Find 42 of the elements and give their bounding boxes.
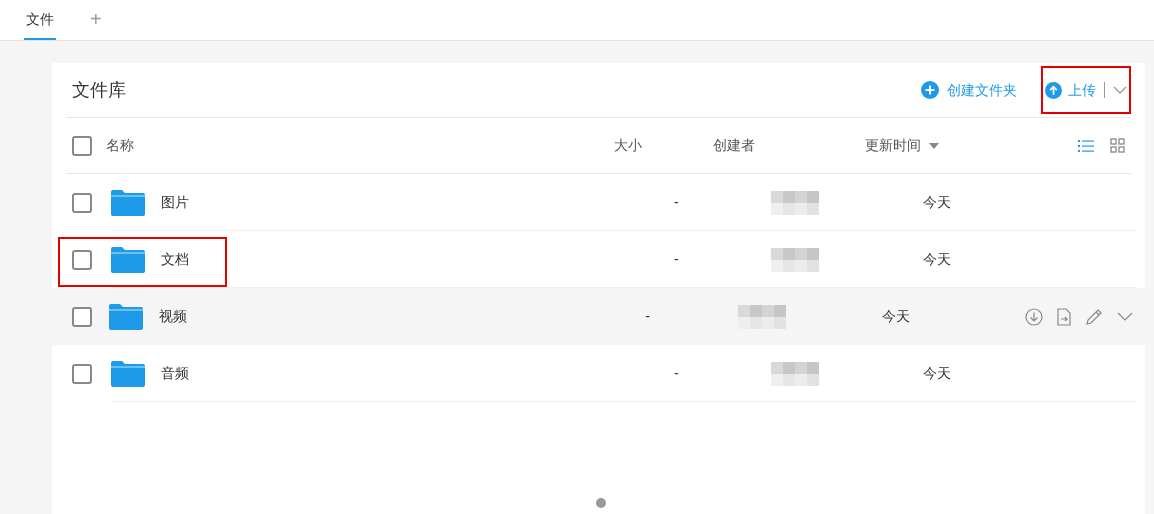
upload-icon <box>1045 81 1062 99</box>
blurred-avatar-drawing <box>771 361 819 386</box>
blurred-avatar-drawing <box>737 304 786 329</box>
blurred-avatar-drawing <box>771 247 819 272</box>
folder-icon <box>109 303 144 330</box>
file-size: - <box>645 308 650 324</box>
list-view-icon[interactable] <box>1078 138 1094 153</box>
download-icon[interactable] <box>1025 307 1043 326</box>
sort-caret-icon[interactable] <box>929 142 939 149</box>
checkbox[interactable] <box>72 135 92 156</box>
row-highlight[interactable]: 视频 - 今天 <box>52 288 1145 345</box>
folder-icon <box>111 189 145 216</box>
updated-time: 今天 <box>923 251 951 267</box>
pencil-icon[interactable] <box>1085 307 1103 326</box>
checkbox[interactable] <box>72 192 92 213</box>
column-header[interactable]: 名称 <box>106 135 134 156</box>
updated-time: 今天 <box>923 365 951 381</box>
file-name[interactable]: 图片 <box>161 192 189 213</box>
file-name[interactable]: 音频 <box>161 363 189 384</box>
folder-icon <box>111 360 145 387</box>
file-arrow-icon[interactable] <box>1057 307 1071 326</box>
file-size: - <box>674 194 679 210</box>
file-size: - <box>674 251 679 267</box>
column-header[interactable]: 创建者 <box>713 135 755 156</box>
column-header[interactable]: 大小 <box>614 135 642 156</box>
updated-time: 今天 <box>882 308 911 324</box>
tab[interactable]: 文件 <box>24 0 56 40</box>
checkbox[interactable] <box>72 363 92 384</box>
chevron-down-icon[interactable] <box>1113 86 1127 94</box>
grid-view-icon[interactable] <box>1110 138 1125 153</box>
column-header[interactable]: 更新时间 <box>865 135 921 156</box>
file-name[interactable]: 文档 <box>161 249 189 270</box>
panel-title: 文件库 <box>72 78 126 102</box>
file-size: - <box>674 365 679 381</box>
plus-circle-icon <box>921 81 939 99</box>
folder-icon <box>111 246 145 273</box>
checkbox[interactable] <box>72 306 92 327</box>
checkbox[interactable] <box>72 249 92 270</box>
updated-time: 今天 <box>923 194 951 210</box>
blurred-avatar-drawing <box>771 190 819 215</box>
file-name[interactable]: 视频 <box>159 306 188 327</box>
chevron-down-icon[interactable] <box>1117 312 1133 321</box>
